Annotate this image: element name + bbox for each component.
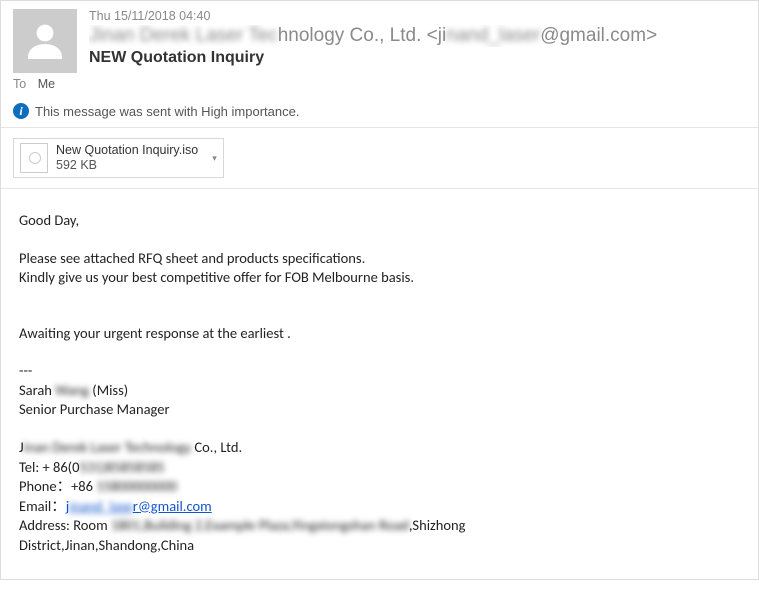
- info-icon: i: [13, 103, 29, 119]
- to-value: Me: [38, 77, 55, 91]
- attachment-bar: New Quotation Inquiry.iso 592 KB ▾: [1, 128, 758, 189]
- chevron-down-icon[interactable]: ▾: [212, 153, 217, 164]
- email-to-row: To Me: [1, 77, 758, 97]
- signature-tel: Tel: + 86(0531)85858585: [19, 458, 740, 478]
- signature-email: Email：jinand_laser@gmail.com: [19, 497, 740, 517]
- email-from: Jinan Derek Laser Technology Co., Ltd. <…: [89, 25, 746, 47]
- email-date: Thu 15/11/2018 04:40: [89, 9, 746, 23]
- importance-banner: i This message was sent with High import…: [1, 97, 758, 128]
- signature-phone: Phone：+86 15800000000: [19, 477, 740, 497]
- signature-name: Sarah Wang (Miss): [19, 381, 740, 401]
- signature-email-link[interactable]: jinand_laser@gmail.com: [66, 497, 212, 515]
- body-paragraph-2: Awaiting your urgent response at the ear…: [19, 324, 740, 344]
- signature-address-l1: Address: Room 1801,Building 2,Example Pl…: [19, 516, 740, 536]
- attachment-name: New Quotation Inquiry.iso: [56, 143, 198, 158]
- email-header: Thu 15/11/2018 04:40 Jinan Derek Laser T…: [1, 1, 758, 77]
- signature-title: Senior Purchase Manager: [19, 400, 740, 420]
- signature-company: Jinan Derek Laser Technology Co., Ltd.: [19, 438, 740, 458]
- attachment-item[interactable]: New Quotation Inquiry.iso 592 KB ▾: [13, 138, 224, 178]
- sender-avatar: [13, 9, 77, 73]
- body-greeting: Good Day,: [19, 211, 740, 231]
- email-body: Good Day, Please see attached RFQ sheet …: [1, 189, 758, 579]
- body-paragraph-1: Please see attached RFQ sheet and produc…: [19, 249, 740, 288]
- signature-separator: ---: [19, 361, 740, 381]
- person-icon: [21, 17, 69, 65]
- signature-address-l2: District,Jinan,Shandong,China: [19, 536, 740, 556]
- to-label: To: [13, 77, 26, 91]
- email-subject: NEW Quotation Inquiry: [89, 49, 746, 67]
- importance-text: This message was sent with High importan…: [35, 104, 299, 119]
- file-icon: [20, 143, 48, 173]
- attachment-size: 592 KB: [56, 158, 198, 173]
